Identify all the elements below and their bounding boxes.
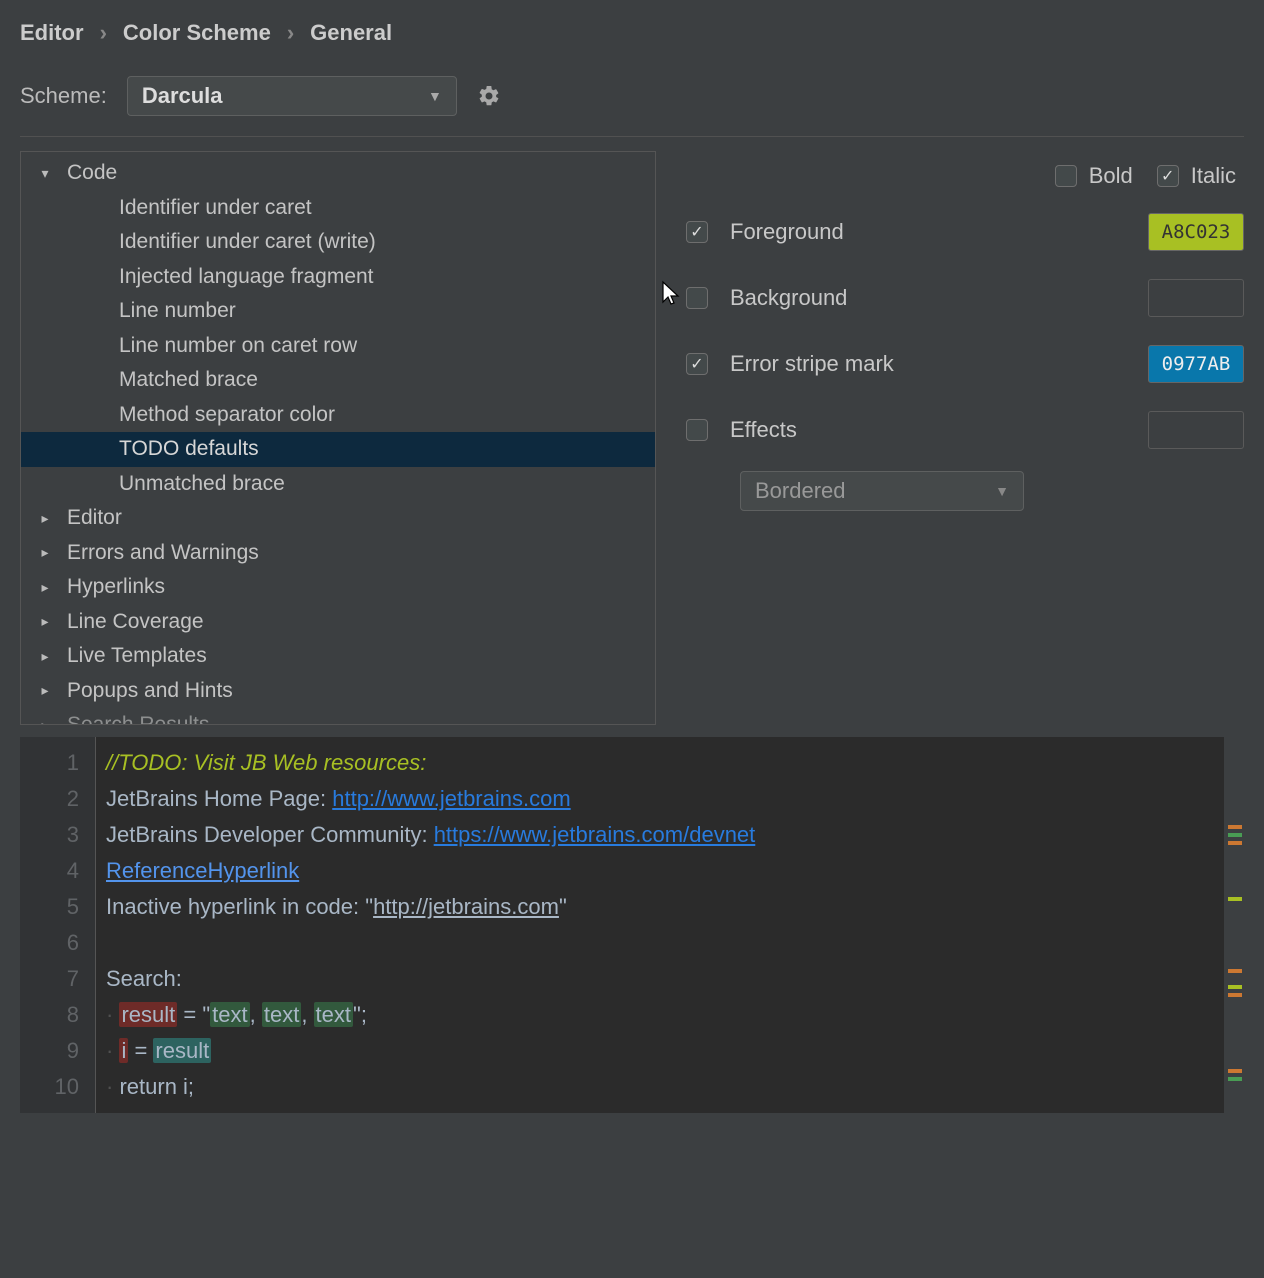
reference-hyperlink[interactable]: ReferenceHyperlink	[106, 858, 299, 883]
tree-item-matched-brace[interactable]: Matched brace	[21, 363, 655, 398]
tree-item-method-separator-color[interactable]: Method separator color	[21, 398, 655, 433]
chevron-right-icon: ›	[100, 20, 107, 46]
divider	[20, 136, 1244, 137]
tree-item-line-number-on-caret-row[interactable]: Line number on caret row	[21, 329, 655, 364]
chevron-right-icon: ▸	[35, 579, 55, 596]
chevron-right-icon: ▸	[35, 682, 55, 699]
stripe-marker	[1228, 993, 1242, 997]
chevron-right-icon: ▸	[35, 717, 55, 725]
search-text: text	[210, 1002, 249, 1027]
tree-item-identifier-under-caret-write[interactable]: Identifier under caret (write)	[21, 225, 655, 260]
background-color[interactable]	[1148, 279, 1244, 317]
effects-dropdown[interactable]: Bordered ▼	[740, 471, 1024, 511]
tree-item-injected-language-fragment[interactable]: Injected language fragment	[21, 260, 655, 295]
chevron-down-icon: ▼	[428, 88, 442, 104]
breadcrumb: Editor › Color Scheme › General	[20, 20, 1244, 46]
read-identifier: result	[153, 1038, 211, 1063]
error-stripe-bar[interactable]	[1224, 737, 1244, 1113]
hyperlink[interactable]: http://www.jetbrains.com	[332, 786, 570, 811]
line-gutter: 1 2 3 4 5 6 7 8 9 10	[20, 737, 96, 1113]
search-text: text	[314, 1002, 353, 1027]
scheme-value: Darcula	[142, 83, 223, 109]
italic-checkbox[interactable]	[1157, 165, 1179, 187]
chevron-right-icon: ▸	[35, 544, 55, 561]
breadcrumb-general[interactable]: General	[310, 20, 392, 46]
stripe-marker	[1228, 1069, 1242, 1073]
gear-icon[interactable]	[477, 84, 501, 108]
bold-label: Bold	[1089, 163, 1133, 189]
todo-comment: //TODO: Visit JB Web resources:	[106, 750, 426, 775]
search-text: text	[262, 1002, 301, 1027]
foreground-checkbox[interactable]	[686, 221, 708, 243]
tree-group-popups-and-hints[interactable]: ▸Popups and Hints	[21, 674, 655, 709]
stripe-marker	[1228, 1077, 1242, 1081]
scheme-dropdown[interactable]: Darcula ▼	[127, 76, 457, 116]
tree-item-unmatched-brace[interactable]: Unmatched brace	[21, 467, 655, 502]
chevron-down-icon: ▾	[35, 165, 55, 182]
chevron-down-icon: ▼	[995, 483, 1009, 499]
background-label: Background	[730, 285, 1126, 311]
stripe-marker	[1228, 897, 1242, 901]
chevron-right-icon: ▸	[35, 648, 55, 665]
foreground-color[interactable]: A8C023	[1148, 213, 1244, 251]
effects-color[interactable]	[1148, 411, 1244, 449]
stripe-marker	[1228, 969, 1242, 973]
tree-group-line-coverage[interactable]: ▸Line Coverage	[21, 605, 655, 640]
stripe-marker	[1228, 841, 1242, 845]
tree-group-errors-and-warnings[interactable]: ▸Errors and Warnings	[21, 536, 655, 571]
chevron-right-icon: ▸	[35, 510, 55, 527]
effects-checkbox[interactable]	[686, 419, 708, 441]
tree-item-line-number[interactable]: Line number	[21, 294, 655, 329]
code-preview[interactable]: //TODO: Visit JB Web resources: JetBrain…	[96, 737, 1224, 1113]
effects-label: Effects	[730, 417, 1126, 443]
tree-item-identifier-under-caret[interactable]: Identifier under caret	[21, 191, 655, 226]
tree-group-code[interactable]: ▾ Code	[21, 156, 655, 191]
hyperlink[interactable]: https://www.jetbrains.com/devnet	[434, 822, 756, 847]
settings-tree[interactable]: ▾ Code Identifier under caret Identifier…	[20, 151, 656, 725]
tree-group-hyperlinks[interactable]: ▸Hyperlinks	[21, 570, 655, 605]
error-stripe-checkbox[interactable]	[686, 353, 708, 375]
chevron-right-icon: ▸	[35, 613, 55, 630]
bold-checkbox[interactable]	[1055, 165, 1077, 187]
search-result: result	[119, 1002, 177, 1027]
stripe-marker	[1228, 985, 1242, 989]
error-stripe-label: Error stripe mark	[730, 351, 1126, 377]
tree-group-search-results[interactable]: ▸Search Results	[21, 708, 655, 725]
tree-item-todo-defaults[interactable]: TODO defaults	[21, 432, 655, 467]
inactive-hyperlink: http://jetbrains.com	[373, 894, 559, 919]
scheme-label: Scheme:	[20, 83, 107, 109]
italic-label: Italic	[1191, 163, 1236, 189]
background-checkbox[interactable]	[686, 287, 708, 309]
stripe-marker	[1228, 833, 1242, 837]
stripe-marker	[1228, 825, 1242, 829]
chevron-right-icon: ›	[287, 20, 294, 46]
error-stripe-color[interactable]: 0977AB	[1148, 345, 1244, 383]
write-identifier: i	[119, 1038, 128, 1063]
breadcrumb-editor[interactable]: Editor	[20, 20, 84, 46]
tree-group-live-templates[interactable]: ▸Live Templates	[21, 639, 655, 674]
tree-group-editor[interactable]: ▸Editor	[21, 501, 655, 536]
breadcrumb-color-scheme[interactable]: Color Scheme	[123, 20, 271, 46]
foreground-label: Foreground	[730, 219, 1126, 245]
effects-value: Bordered	[755, 478, 846, 504]
